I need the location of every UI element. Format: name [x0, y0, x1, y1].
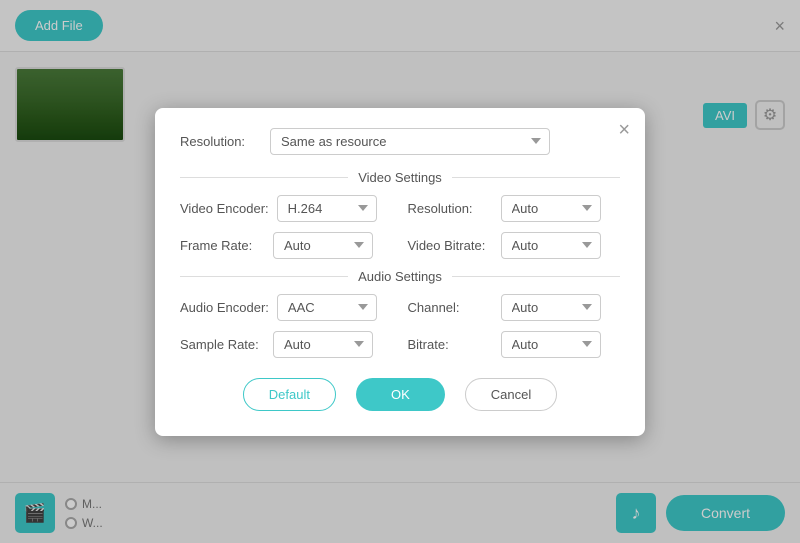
video-encoder-item: Video Encoder: H.264: [180, 195, 393, 222]
resolution-label: Resolution:: [180, 134, 270, 149]
video-bitrate-select[interactable]: Auto: [501, 232, 601, 259]
sample-rate-select[interactable]: Auto: [273, 331, 373, 358]
channel-item: Channel: Auto: [408, 294, 621, 321]
modal-overlay: × Resolution: Same as resource Video Set…: [0, 0, 800, 543]
audio-divider-right: [452, 276, 620, 277]
audio-encoder-item: Audio Encoder: AAC: [180, 294, 393, 321]
video-bitrate-label: Video Bitrate:: [408, 238, 493, 253]
resolution-select[interactable]: Same as resource: [270, 128, 550, 155]
resolution2-label: Resolution:: [408, 201, 493, 216]
audio-encoder-label: Audio Encoder:: [180, 300, 269, 315]
frame-rate-select[interactable]: Auto: [273, 232, 373, 259]
resolution2-item: Resolution: Auto: [408, 195, 621, 222]
channel-label: Channel:: [408, 300, 493, 315]
bitrate-select[interactable]: Auto: [501, 331, 601, 358]
default-button[interactable]: Default: [243, 378, 336, 411]
cancel-button[interactable]: Cancel: [465, 378, 557, 411]
audio-encoder-select[interactable]: AAC: [277, 294, 377, 321]
frame-rate-label: Frame Rate:: [180, 238, 265, 253]
audio-settings-grid: Audio Encoder: AAC Channel: Auto Sample …: [180, 294, 620, 358]
bitrate-label: Bitrate:: [408, 337, 493, 352]
video-bitrate-item: Video Bitrate: Auto: [408, 232, 621, 259]
bitrate-item: Bitrate: Auto: [408, 331, 621, 358]
resolution2-select[interactable]: Auto: [501, 195, 601, 222]
video-settings-divider: Video Settings: [180, 170, 620, 185]
modal-footer: Default OK Cancel: [180, 378, 620, 411]
channel-select[interactable]: Auto: [501, 294, 601, 321]
resolution-row: Resolution: Same as resource: [180, 128, 620, 155]
settings-modal: × Resolution: Same as resource Video Set…: [155, 108, 645, 436]
audio-settings-label: Audio Settings: [358, 269, 442, 284]
audio-settings-divider: Audio Settings: [180, 269, 620, 284]
sample-rate-item: Sample Rate: Auto: [180, 331, 393, 358]
app-background: Add File × AVI ⚙ 🎬 M... W...: [0, 0, 800, 543]
sample-rate-label: Sample Rate:: [180, 337, 265, 352]
video-encoder-select[interactable]: H.264: [277, 195, 377, 222]
audio-divider-left: [180, 276, 348, 277]
video-encoder-label: Video Encoder:: [180, 201, 269, 216]
video-settings-grid: Video Encoder: H.264 Resolution: Auto Fr…: [180, 195, 620, 259]
divider-left: [180, 177, 348, 178]
modal-close-button[interactable]: ×: [618, 120, 630, 140]
ok-button[interactable]: OK: [356, 378, 445, 411]
divider-right: [452, 177, 620, 178]
frame-rate-item: Frame Rate: Auto: [180, 232, 393, 259]
video-settings-label: Video Settings: [358, 170, 442, 185]
